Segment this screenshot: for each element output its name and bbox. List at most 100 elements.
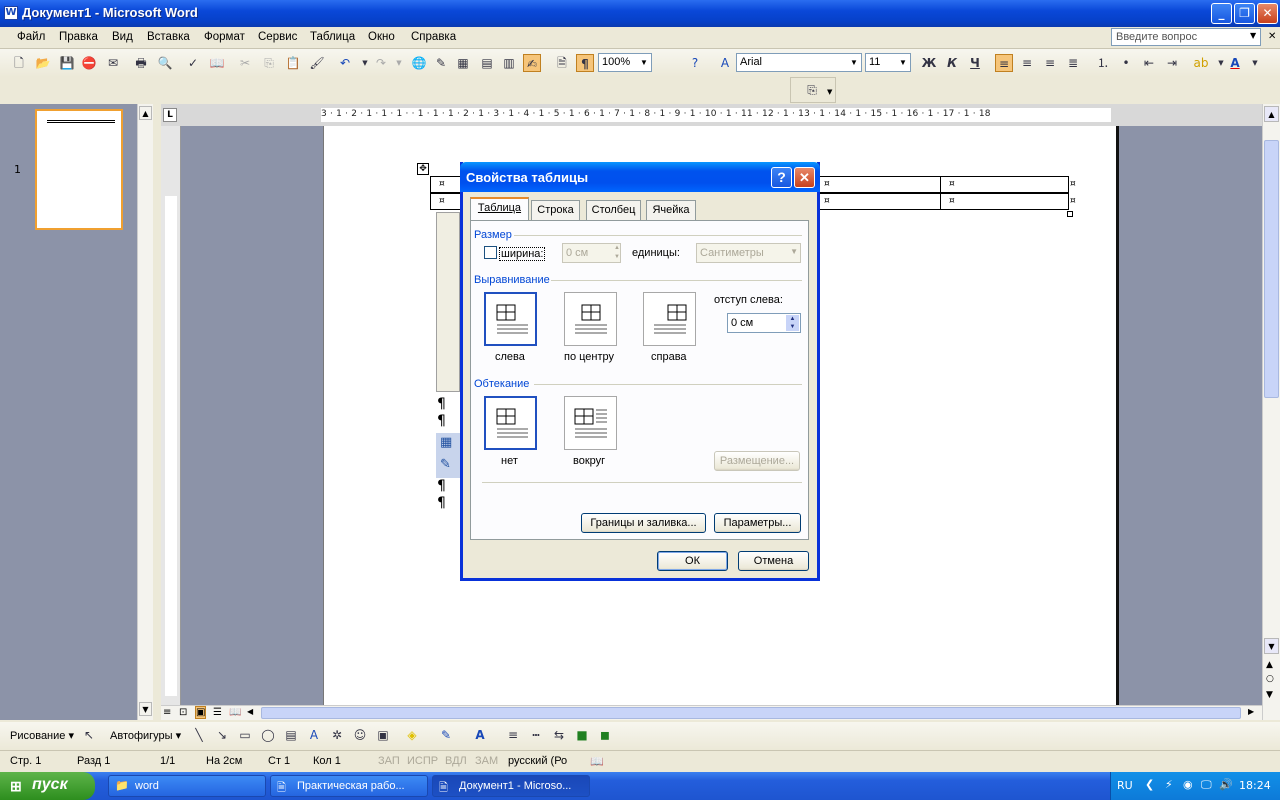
print-preview-icon[interactable]: 🔍: [156, 54, 174, 72]
line-icon[interactable]: ╲: [190, 726, 208, 744]
menu-format[interactable]: Формат: [204, 31, 245, 43]
menu-table[interactable]: Таблица: [310, 31, 355, 43]
picture-icon[interactable]: ▣: [374, 726, 392, 744]
normal-view-icon[interactable]: ≡: [163, 707, 171, 718]
close-document-icon[interactable]: ✕: [1268, 31, 1276, 42]
scroll-up-icon[interactable]: ▲: [1264, 106, 1279, 122]
print-layout-icon[interactable]: ▣: [195, 706, 207, 719]
ask-dropdown-icon[interactable]: ▼: [1250, 31, 1256, 40]
borders-shading-button[interactable]: Границы и заливка...: [581, 513, 706, 533]
placement-button[interactable]: Размещение...: [714, 451, 800, 471]
network-icon[interactable]: ◉: [1183, 778, 1193, 791]
redo-dropdown-icon[interactable]: ▼: [390, 54, 408, 72]
tables-borders-icon[interactable]: ✎: [432, 54, 450, 72]
task-document1[interactable]: 🗎 Документ1 - Microso...: [432, 775, 590, 797]
width-checkbox[interactable]: [484, 246, 497, 259]
antivirus-icon[interactable]: ⚡: [1165, 778, 1173, 791]
autoshapes-menu[interactable]: Автофигуры ▾: [110, 729, 181, 742]
table-cell[interactable]: ¤: [815, 193, 941, 210]
line-color-icon[interactable]: ✎: [437, 726, 455, 744]
select-browse-object-icon[interactable]: ○: [1266, 674, 1274, 684]
print-icon[interactable]: 🖶: [132, 54, 150, 72]
tab-cell[interactable]: Ячейка: [646, 200, 696, 220]
horizontal-ruler[interactable]: 3 · 1 · 2 · 1 · 1 · 1 · · 1 · 1 · 1 · 2 …: [161, 104, 1262, 126]
menu-edit[interactable]: Правка: [59, 31, 98, 43]
3d-icon[interactable]: ◼: [596, 726, 614, 744]
tab-column[interactable]: Столбец: [586, 200, 641, 220]
spelling-icon[interactable]: ✓: [184, 54, 202, 72]
tab-selector[interactable]: L: [163, 108, 177, 122]
text-box-icon[interactable]: ▤: [282, 726, 300, 744]
task-practical-work[interactable]: 🗎 Практическая рабо...: [270, 775, 428, 797]
page-thumbnail[interactable]: [35, 109, 123, 230]
shadow-icon[interactable]: ■: [573, 726, 591, 744]
align-right-icon[interactable]: ≡: [1041, 54, 1059, 72]
font-color-dropdown-icon[interactable]: ▼: [1246, 54, 1264, 72]
align-left-icon[interactable]: ≡: [995, 54, 1013, 72]
cancel-button[interactable]: Отмена: [738, 551, 809, 571]
show-hide-icon[interactable]: ¶: [576, 54, 594, 72]
menu-window[interactable]: Окно: [368, 31, 395, 43]
vertical-ruler[interactable]: [161, 126, 181, 706]
highlight-icon[interactable]: ab: [1192, 54, 1210, 72]
font-size-select[interactable]: 11 ▼: [865, 53, 911, 72]
table-resize-handle[interactable]: [1067, 211, 1073, 217]
zoom-select[interactable]: 100% ▼: [598, 53, 652, 72]
reading-view-icon[interactable]: 📖: [229, 707, 241, 718]
increase-indent-icon[interactable]: ⇥: [1163, 54, 1181, 72]
help-icon[interactable]: ?: [686, 54, 704, 72]
rectangle-icon[interactable]: ▭: [236, 726, 254, 744]
close-button[interactable]: ✕: [1257, 3, 1278, 24]
open-icon[interactable]: 📂: [34, 54, 52, 72]
clip-art-icon[interactable]: ☺: [351, 726, 369, 744]
draw-table-icon[interactable]: ✎: [440, 457, 451, 472]
document-map-icon[interactable]: 🗎: [553, 54, 571, 72]
table-cell[interactable]: ¤: [430, 193, 462, 210]
outline-view-icon[interactable]: ☰: [213, 707, 222, 718]
input-language[interactable]: RU: [1117, 779, 1133, 792]
status-track-changes[interactable]: ИСПР: [407, 755, 438, 767]
fill-color-icon[interactable]: ◈: [403, 726, 421, 744]
table-cell[interactable]: ¤: [940, 176, 1069, 193]
permission-icon[interactable]: ⛔: [80, 54, 98, 72]
horizontal-scrollbar[interactable]: ≡ ⊡ ▣ ☰ 📖 ◀ ▶: [161, 705, 1262, 720]
new-icon[interactable]: 🗋: [10, 54, 28, 72]
align-center-icon[interactable]: ≡: [1018, 54, 1036, 72]
numbering-icon[interactable]: ⒈: [1094, 54, 1112, 72]
italic-icon[interactable]: К: [943, 54, 961, 72]
tab-table[interactable]: Таблица: [470, 197, 529, 221]
width-input[interactable]: 0 см ▲ ▼: [562, 243, 621, 263]
scroll-up-icon[interactable]: ▲: [139, 106, 152, 120]
options-button[interactable]: Параметры...: [714, 513, 801, 533]
dialog-help-icon[interactable]: ?: [771, 167, 792, 188]
save-icon[interactable]: 💾: [58, 54, 76, 72]
status-overtype[interactable]: ЗАМ: [475, 755, 498, 767]
dialog-close-icon[interactable]: ✕: [794, 167, 815, 188]
scroll-thumb[interactable]: [261, 707, 1241, 719]
spelling-status-icon[interactable]: 📖: [590, 755, 604, 768]
insert-excel-icon[interactable]: ▤: [478, 54, 496, 72]
table-cell[interactable]: ¤: [430, 176, 462, 193]
task-word-folder[interactable]: 📁 word: [108, 775, 266, 797]
scroll-thumb[interactable]: [1264, 140, 1279, 398]
scroll-right-icon[interactable]: ▶: [1248, 707, 1254, 716]
copy-icon[interactable]: ⎘: [260, 54, 278, 72]
diagram-icon[interactable]: ✲: [328, 726, 346, 744]
drawing-icon[interactable]: ✍: [523, 54, 541, 72]
redo-icon[interactable]: ↷: [372, 54, 390, 72]
styles-icon[interactable]: A: [716, 54, 734, 72]
font-select[interactable]: Arial ▼: [736, 53, 862, 72]
table-cell[interactable]: ¤: [815, 176, 941, 193]
insert-table-icon[interactable]: ▦: [454, 54, 472, 72]
wordart-icon[interactable]: A: [305, 726, 323, 744]
units-select[interactable]: Сантиметры ▼: [696, 243, 801, 263]
ask-question-input[interactable]: Введите вопрос: [1111, 28, 1261, 46]
oval-icon[interactable]: ◯: [259, 726, 277, 744]
align-right-option[interactable]: [643, 292, 696, 346]
cut-icon[interactable]: ✂: [236, 54, 254, 72]
line-style-icon[interactable]: ≡: [504, 726, 522, 744]
arrow-style-icon[interactable]: ⇆: [550, 726, 568, 744]
research-icon[interactable]: 📖: [208, 54, 226, 72]
toolbar-options-icon[interactable]: ▼: [827, 88, 832, 96]
previous-page-icon[interactable]: ▲: [1266, 660, 1273, 670]
